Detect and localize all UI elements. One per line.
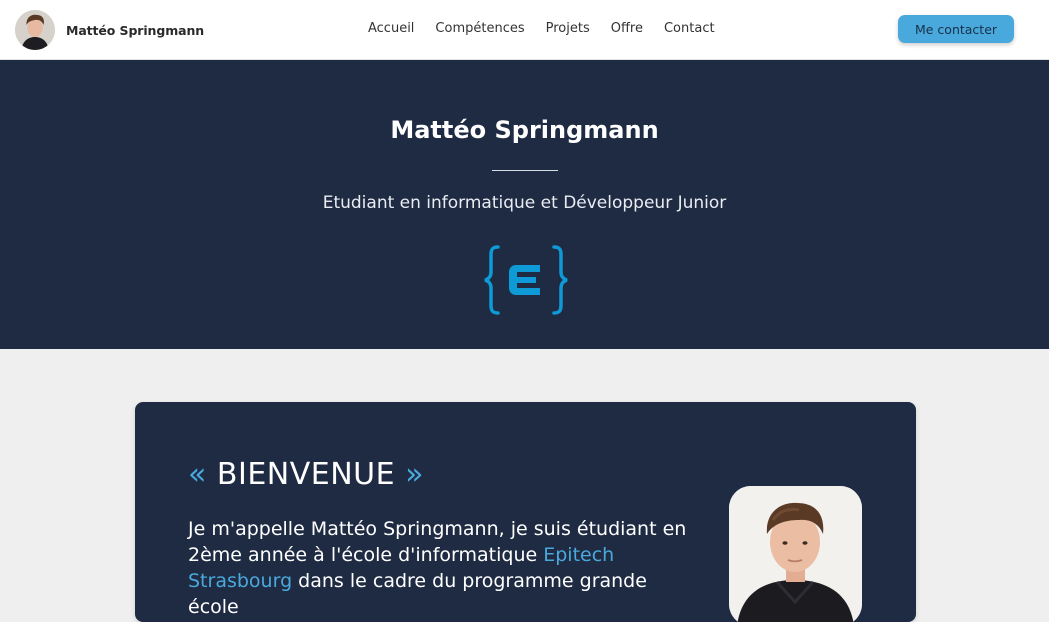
main-nav: Accueil Compétences Projets Offre Contac… <box>368 21 736 37</box>
welcome-heading-text: BIENVENUE <box>216 457 396 492</box>
welcome-card: « BIENVENUE » Je m'appelle Mattéo Spring… <box>135 402 916 622</box>
hero-title: Mattéo Springmann <box>390 116 659 144</box>
top-navbar: Mattéo Springmann Accueil Compétences Pr… <box>0 0 1049 60</box>
avatar <box>15 10 55 50</box>
quote-close: » <box>405 457 424 492</box>
epitech-logo-icon <box>484 245 568 315</box>
nav-link-competences[interactable]: Compétences <box>435 21 524 37</box>
brand-name: Mattéo Springmann <box>66 22 205 38</box>
profile-photo <box>729 486 862 622</box>
welcome-heading: « BIENVENUE » <box>188 457 424 492</box>
nav-link-offre[interactable]: Offre <box>611 21 643 37</box>
profile-photo-icon <box>15 10 55 50</box>
nav-link-accueil[interactable]: Accueil <box>368 21 414 37</box>
portrait-icon <box>729 486 862 622</box>
nav-link-projets[interactable]: Projets <box>546 21 590 37</box>
hero-section: Mattéo Springmann Etudiant en informatiq… <box>0 60 1049 349</box>
nav-link-contact[interactable]: Contact <box>664 21 715 37</box>
contact-me-button[interactable]: Me contacter <box>898 15 1014 43</box>
quote-open: « <box>188 457 207 492</box>
brand-link[interactable]: Mattéo Springmann <box>15 10 204 50</box>
hero-subtitle: Etudiant en informatique et Développeur … <box>322 193 727 213</box>
welcome-text: Je m'appelle Mattéo Springmann, je suis … <box>188 516 698 620</box>
hero-divider <box>492 170 558 171</box>
